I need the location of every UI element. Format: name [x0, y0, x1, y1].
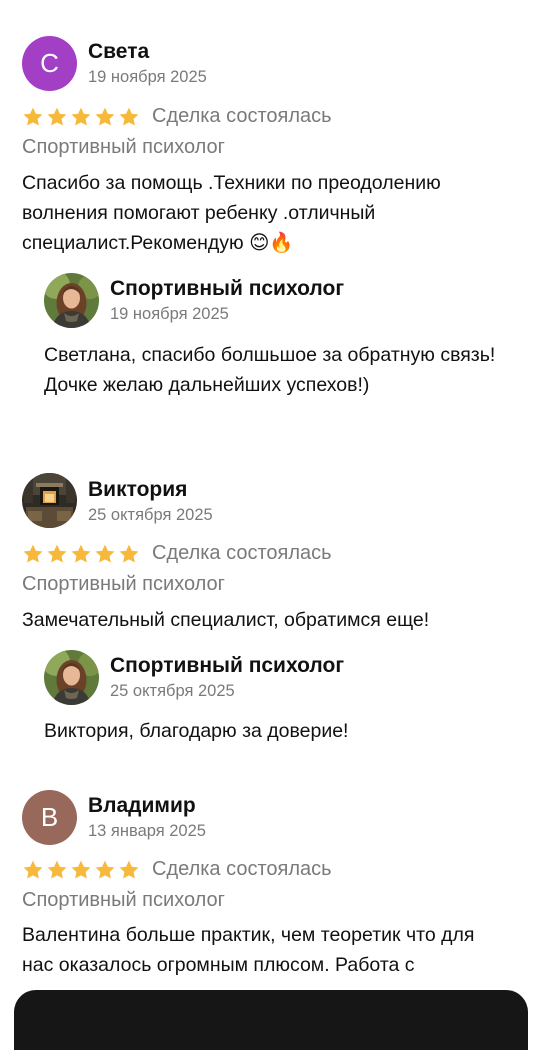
- star-icon: [70, 859, 92, 881]
- avatar-initial: В: [40, 802, 59, 832]
- emoji-icons: 😊🔥: [249, 231, 294, 254]
- avatar[interactable]: В: [22, 790, 77, 845]
- star-icon: [22, 543, 44, 565]
- review-text: Замечательный специалист, обратимся еще!: [22, 609, 430, 631]
- reply-date: 25 октября 2025: [110, 682, 235, 700]
- avatar[interactable]: С: [22, 36, 77, 91]
- review-date: 19 ноября 2025: [88, 68, 207, 86]
- bottom-action-bar[interactable]: [14, 990, 528, 1050]
- author-name[interactable]: Света: [88, 40, 149, 64]
- review-card: В Владимир 13 января 2025 Сделка состоял…: [0, 760, 540, 1011]
- star-icon: [46, 543, 68, 565]
- review-card: С Света 19 ноября 2025 Сделка состоялась…: [0, 0, 540, 440]
- star-icon: [94, 543, 116, 565]
- reply-text: Светлана, спасибо болшьшое за обратную с…: [44, 340, 504, 400]
- review-text: Спасибо за помощь .Техники по преодолени…: [22, 168, 502, 258]
- star-icon: [70, 543, 92, 565]
- star-icon: [118, 106, 140, 128]
- author-name[interactable]: Владимир: [88, 794, 196, 818]
- review-card: Виктория 25 октября 2025 Сделка состояла…: [0, 440, 540, 760]
- avatar-initial: С: [40, 48, 59, 78]
- reply-text: Виктория, благодарю за доверие!: [44, 716, 504, 746]
- service-name: Спортивный психолог: [22, 573, 225, 595]
- star-icon: [22, 106, 44, 128]
- service-name: Спортивный психолог: [22, 889, 225, 911]
- review-text: Валентина больше практик, чем теоретик ч…: [22, 924, 475, 976]
- reply-text-line: Виктория, благодарю за доверие!: [44, 720, 349, 742]
- deal-status: Сделка состоялась: [152, 858, 332, 880]
- avatar[interactable]: [22, 473, 77, 528]
- author-name[interactable]: Виктория: [88, 478, 187, 502]
- star-icon: [22, 859, 44, 881]
- rating-stars: Сделка состоялась: [22, 858, 332, 881]
- reply-author-name[interactable]: Спортивный психолог: [110, 277, 344, 301]
- review-date: 13 января 2025: [88, 822, 206, 840]
- reply-date: 19 ноября 2025: [110, 305, 229, 323]
- review-text-body: Спасибо за помощь .Техники по преодолени…: [22, 172, 441, 254]
- rating-stars: Сделка состоялась: [22, 542, 332, 565]
- star-icon: [118, 543, 140, 565]
- star-icon: [94, 859, 116, 881]
- star-icon: [46, 859, 68, 881]
- rating-stars: Сделка состоялась: [22, 105, 332, 128]
- service-name: Спортивный психолог: [22, 136, 225, 158]
- star-icon: [94, 106, 116, 128]
- star-icon: [70, 106, 92, 128]
- specialist-avatar[interactable]: [44, 650, 99, 705]
- specialist-avatar[interactable]: [44, 273, 99, 328]
- star-icon: [118, 859, 140, 881]
- reply-text-line: Светлана, спасибо болшьшое за обратную с…: [44, 344, 496, 366]
- star-icon: [46, 106, 68, 128]
- reply-author-name[interactable]: Спортивный психолог: [110, 654, 344, 678]
- reply-text-line: Дочке желаю дальнейших успехов!): [44, 374, 370, 396]
- review-date: 25 октября 2025: [88, 506, 213, 524]
- deal-status: Сделка состоялась: [152, 542, 332, 564]
- deal-status: Сделка состоялась: [152, 105, 332, 127]
